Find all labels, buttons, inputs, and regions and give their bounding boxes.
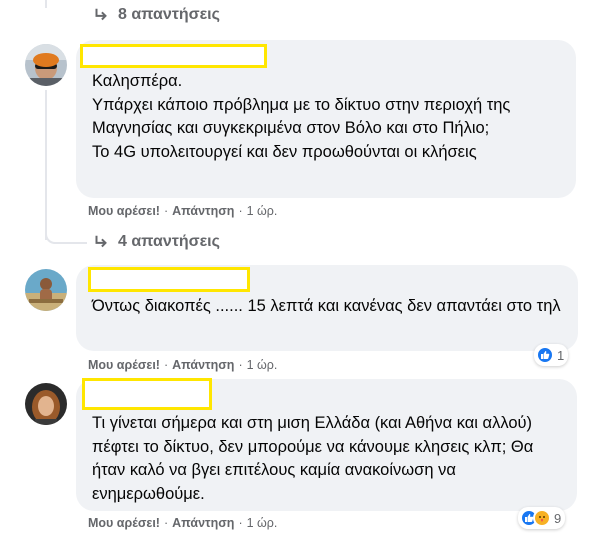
avatar[interactable] xyxy=(25,44,67,86)
comment-bubble: Όντως διακοπές ...... 15 λεπτά και κανέν… xyxy=(76,265,578,351)
reply-button[interactable]: Απάντηση xyxy=(172,516,234,530)
replies-count-label: 4 απαντήσεις xyxy=(118,233,220,250)
redacted-author-name xyxy=(88,267,250,292)
redacted-author-name xyxy=(82,378,212,410)
timestamp[interactable]: 1 ώρ. xyxy=(247,358,278,372)
reaction-summary[interactable]: 9 xyxy=(518,507,566,529)
comment-actions: Μου αρέσει! · Απάντηση · 1 ώρ. xyxy=(88,358,278,372)
avatar[interactable] xyxy=(25,383,67,425)
view-replies-link[interactable]: 4 απαντήσεις xyxy=(92,233,220,251)
comment-text: Καλησπέρα. Υπάρχει κάποιο πρόβλημα με το… xyxy=(92,72,511,161)
thread-line xyxy=(45,90,47,240)
timestamp[interactable]: 1 ώρ. xyxy=(247,516,278,530)
reply-button[interactable]: Απάντηση xyxy=(172,358,234,372)
comment-bubble: Τι γίνεται σήμερα και στη μιση Ελλάδα (κ… xyxy=(76,378,577,511)
like-reaction-icon xyxy=(536,346,554,364)
reply-button[interactable]: Απάντηση xyxy=(172,204,234,218)
thread-line xyxy=(45,0,47,8)
comment-text: Όντως διακοπές ...... 15 λεπτά και κανέν… xyxy=(92,297,561,315)
comment-text: Τι γίνεται σήμερα και στη μιση Ελλάδα (κ… xyxy=(92,414,534,503)
thread-connector xyxy=(45,226,87,244)
comment-bubble: Καλησπέρα. Υπάρχει κάποιο πρόβλημα με το… xyxy=(76,40,576,198)
comment-actions: Μου αρέσει! · Απάντηση · 1 ώρ. xyxy=(88,204,278,218)
reply-arrow-icon xyxy=(95,8,107,21)
comment-actions: Μου αρέσει! · Απάντηση · 1 ώρ. xyxy=(88,516,278,530)
like-button[interactable]: Μου αρέσει! xyxy=(88,516,160,530)
care-reaction-icon xyxy=(533,509,551,527)
reaction-summary[interactable]: 1 xyxy=(534,344,569,366)
replies-count-label: 8 απαντήσεις xyxy=(118,6,220,23)
reply-arrow-icon xyxy=(95,235,107,248)
view-replies-link[interactable]: 8 απαντήσεις xyxy=(92,6,220,24)
avatar[interactable] xyxy=(25,269,67,311)
timestamp[interactable]: 1 ώρ. xyxy=(247,204,278,218)
reaction-count: 1 xyxy=(557,347,565,363)
like-button[interactable]: Μου αρέσει! xyxy=(88,204,160,218)
reaction-count: 9 xyxy=(554,510,562,526)
like-button[interactable]: Μου αρέσει! xyxy=(88,358,160,372)
redacted-author-name xyxy=(80,44,267,68)
